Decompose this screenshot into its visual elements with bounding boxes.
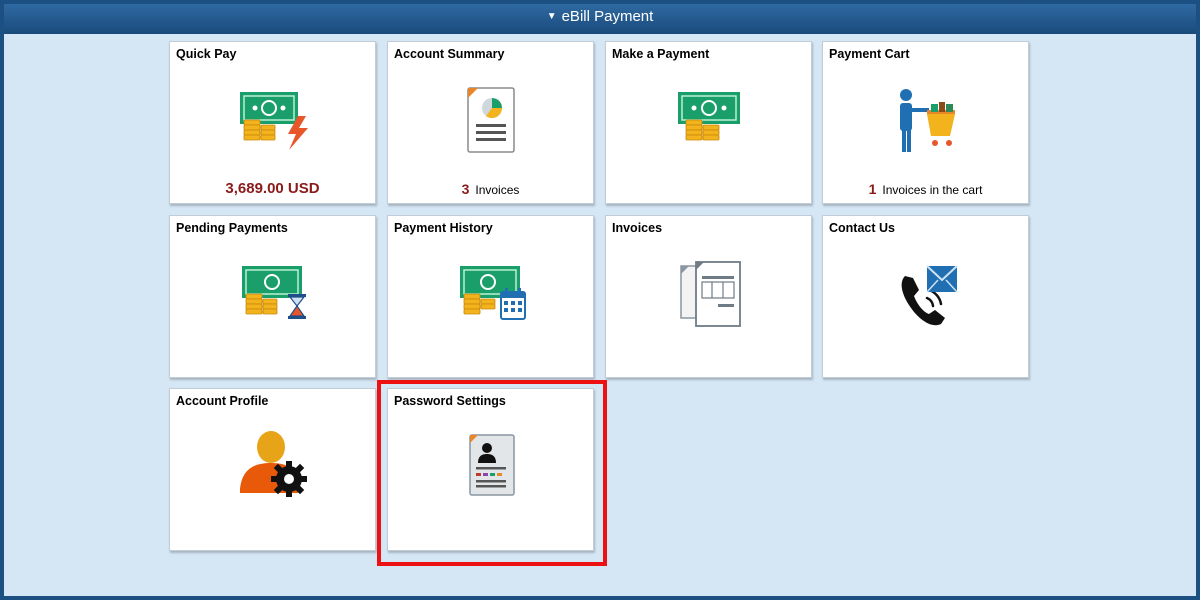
user-gear-icon — [240, 431, 307, 497]
phone-envelope-icon — [901, 265, 958, 326]
balance-amount: 3,689.00 USD — [225, 180, 320, 197]
invoice-label: Invoices — [475, 183, 520, 197]
tile-make-a-payment[interactable]: Make a Payment — [605, 41, 812, 204]
caret-down-icon: ▼ — [546, 11, 557, 22]
tile-pending-payments[interactable]: Pending Payments — [169, 215, 376, 378]
tile-account-profile[interactable]: Account Profile — [169, 388, 376, 551]
money-lightning-icon — [240, 92, 308, 150]
cart-label: Invoices in the cart — [882, 183, 983, 197]
tile-quick-pay[interactable]: Quick Pay 3,689.00 USD — [169, 41, 376, 204]
page-frame: ▼ eBill Payment Quick Pay 3,689.00 USD A… — [4, 4, 1196, 596]
money-icon — [678, 92, 740, 141]
ebill-header[interactable]: ▼ eBill Payment — [4, 4, 1196, 34]
document-pie-chart-icon — [467, 87, 515, 153]
tile-account-summary[interactable]: Account Summary 3 Invoices — [387, 41, 594, 204]
tile-payment-history[interactable]: Payment History — [387, 215, 594, 378]
invoice-documents-icon — [680, 261, 741, 327]
tile-footer: 1 Invoices in the cart — [823, 181, 1028, 197]
money-calendar-icon — [460, 266, 526, 320]
shopping-cart-icon — [900, 89, 955, 152]
tile-contact-us[interactable]: Contact Us — [822, 215, 1029, 378]
tile-footer: 3 Invoices — [388, 181, 593, 197]
tile-payment-cart[interactable]: Payment Cart 1 Invoices in the cart — [822, 41, 1029, 204]
cart-count: 1 — [868, 181, 877, 197]
header-title: eBill Payment — [561, 8, 654, 25]
money-hourglass-icon — [242, 266, 306, 319]
tile-footer: 3,689.00 USD — [170, 180, 375, 197]
highlight-box — [377, 380, 607, 566]
invoice-count: 3 — [461, 181, 470, 197]
tile-invoices[interactable]: Invoices — [605, 215, 812, 378]
